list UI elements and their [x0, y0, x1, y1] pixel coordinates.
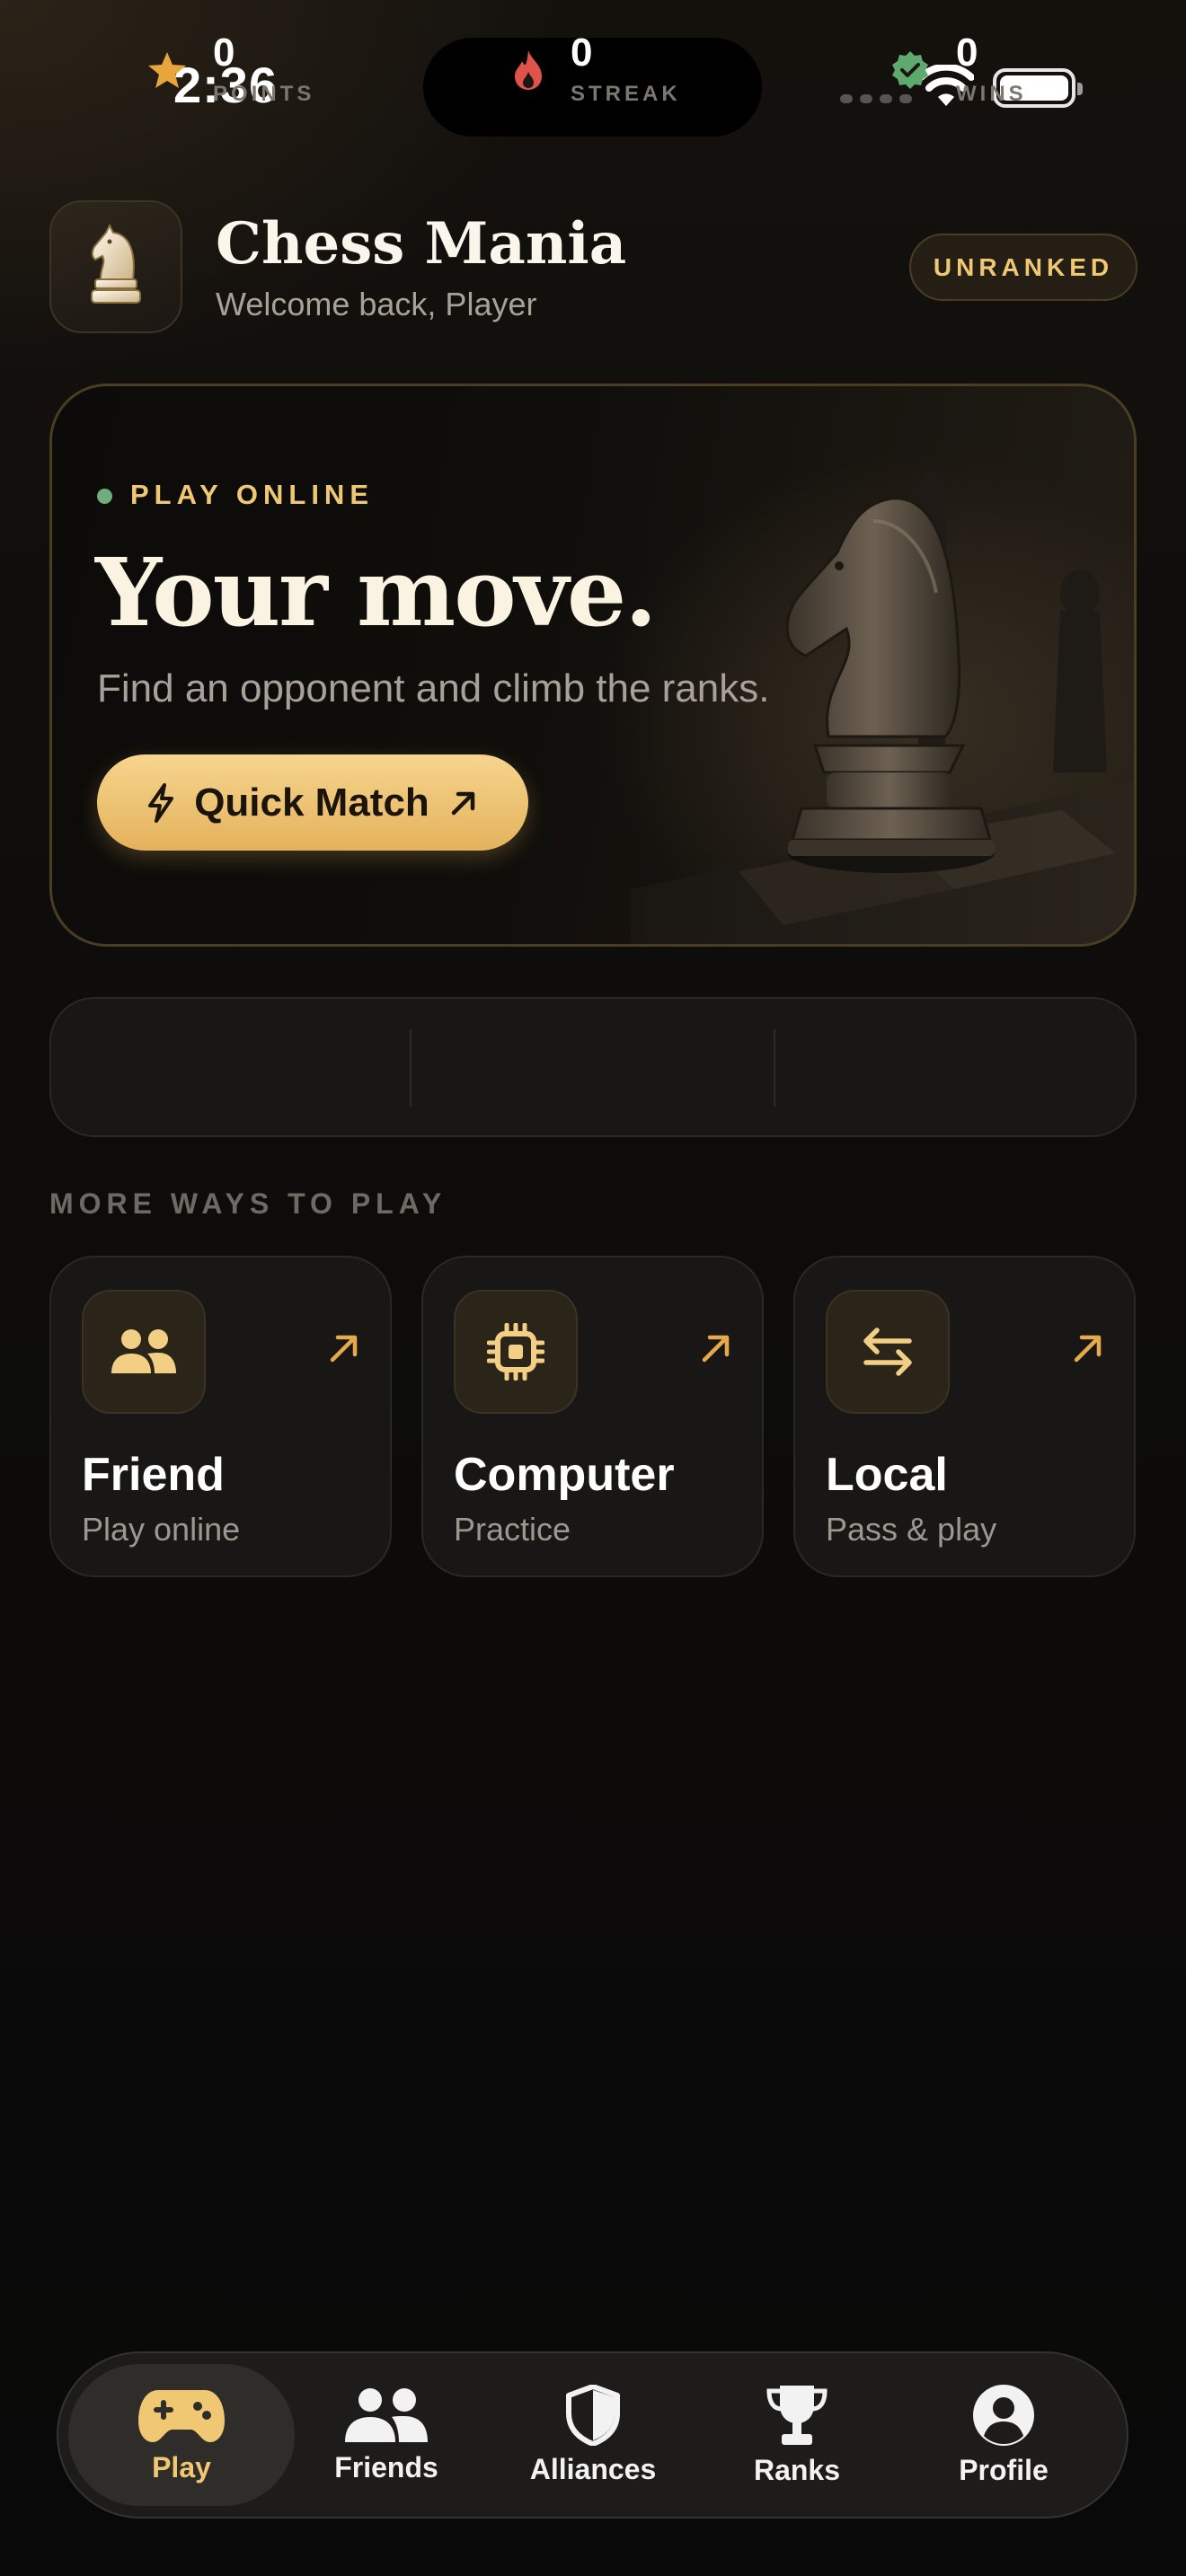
shield-icon [566, 2384, 620, 2446]
stats-bar [49, 997, 1137, 1137]
user-circle-icon [973, 2384, 1034, 2446]
tab-label: Friends [334, 2450, 438, 2483]
rank-badge[interactable]: UNRANKED [909, 234, 1137, 301]
online-status-dot [97, 489, 112, 504]
mode-subtitle: Play online [82, 1511, 241, 1548]
tab-friends[interactable]: Friends [301, 2351, 472, 2519]
quick-match-button[interactable]: Quick Match [97, 754, 528, 851]
mode-card-computer[interactable]: Computer Practice [421, 1256, 764, 1577]
people-icon [111, 1329, 176, 1373]
arrow-up-right-icon [451, 791, 475, 815]
tab-alliances[interactable]: Alliances [508, 2351, 678, 2519]
arrow-up-right-icon [330, 1335, 358, 1363]
hero-subtitle: Find an opponent and climb the ranks. [97, 666, 770, 710]
welcome-text: Welcome back, Player [216, 286, 537, 322]
play-online-card[interactable] [49, 384, 1137, 947]
app-title: Chess Mania [216, 210, 627, 278]
section-label-more-ways: MORE WAYS TO PLAY [49, 1187, 447, 1220]
people-icon [345, 2387, 428, 2442]
tab-profile[interactable]: Profile [918, 2351, 1089, 2519]
mode-icon-box [826, 1290, 950, 1414]
streak-label: STREAK [571, 82, 681, 106]
mode-subtitle: Practice [454, 1511, 571, 1548]
hero-eyebrow: PLAY ONLINE [130, 479, 374, 510]
tab-play[interactable]: Play [68, 2351, 295, 2519]
stat-wins: 0 WINS [890, 0, 1027, 140]
tab-label: Play [152, 2450, 211, 2483]
cpu-chip-icon [487, 1323, 544, 1381]
gamepad-icon [138, 2389, 225, 2442]
mode-icon-box [82, 1290, 206, 1414]
arrow-up-right-icon [702, 1335, 730, 1363]
stat-points: 0 POINTS [146, 0, 314, 140]
star-icon [148, 52, 186, 88]
arrow-up-right-icon [1074, 1335, 1102, 1363]
stat-streak: 0 STREAK [511, 0, 681, 140]
lightning-icon [148, 782, 174, 823]
mode-card-friend[interactable]: Friend Play online [49, 1256, 392, 1577]
mode-title: Friend [82, 1449, 225, 1501]
flame-icon [515, 50, 542, 90]
mode-title: Local [826, 1449, 948, 1501]
white-knight-icon [91, 224, 141, 304]
hero-title: Your move. [95, 537, 657, 648]
stat-divider [774, 1029, 775, 1107]
points-value: 0 [213, 31, 235, 75]
app-logo [49, 200, 182, 333]
streak-value: 0 [571, 31, 593, 75]
mode-title: Computer [454, 1449, 675, 1501]
wins-value: 0 [956, 31, 978, 75]
quick-match-label: Quick Match [194, 780, 429, 825]
points-label: POINTS [213, 82, 315, 106]
swap-arrows-icon [863, 1328, 912, 1376]
stat-divider [410, 1029, 412, 1107]
tab-label: Ranks [753, 2453, 841, 2486]
tab-ranks[interactable]: Ranks [712, 2351, 882, 2519]
verified-badge-icon [892, 51, 928, 89]
tab-label: Profile [959, 2453, 1049, 2486]
mode-subtitle: Pass & play [826, 1511, 997, 1548]
mode-icon-box [454, 1290, 578, 1414]
trophy-icon [766, 2385, 828, 2445]
wins-label: WINS [956, 82, 1027, 106]
tab-label: Alliances [529, 2452, 657, 2485]
mode-card-local[interactable]: Local Pass & play [793, 1256, 1136, 1577]
